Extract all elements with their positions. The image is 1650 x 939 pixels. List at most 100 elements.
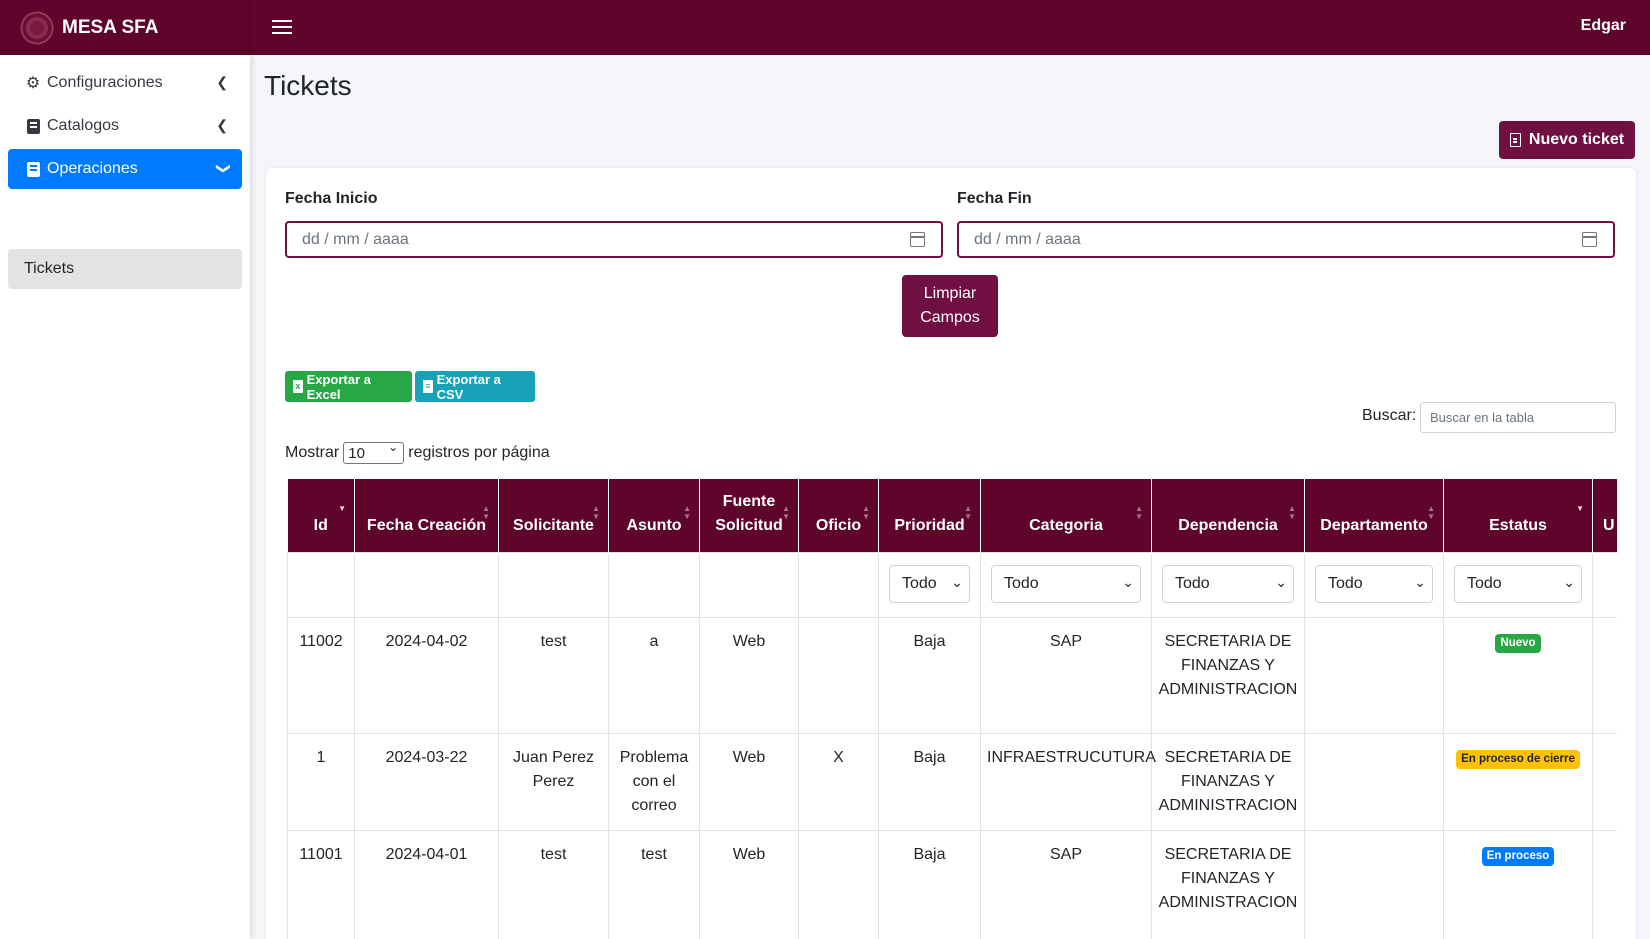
start-date-input[interactable]: dd / mm / aaaa — [285, 221, 943, 258]
menu-toggle-icon[interactable] — [272, 16, 292, 38]
cell-asunto: test — [608, 829, 700, 939]
column-header-oficio[interactable]: Oficio ▲ ▼ — [798, 479, 879, 552]
column-header-label: Asunto — [626, 516, 682, 534]
sort-icon: ▲ ▼ — [592, 504, 600, 521]
end-date-input[interactable]: dd / mm / aaaa — [957, 221, 1615, 258]
user-menu[interactable]: Edgar — [1581, 17, 1626, 35]
prioridad-filter-select[interactable]: Todo — [889, 564, 970, 603]
file-icon — [1509, 133, 1521, 147]
sidebar-subitem-tickets[interactable]: Tickets — [8, 249, 242, 289]
cell-departamento — [1304, 732, 1444, 831]
column-header-label: Fuente Solicitud — [715, 492, 783, 534]
export-excel-button[interactable]: x Exportar a Excel — [285, 371, 412, 402]
filter-value: Todo — [1467, 574, 1502, 592]
cell-fuente: Web — [699, 616, 799, 734]
column-header-label: Estatus — [1489, 516, 1547, 534]
column-header-label: U — [1603, 516, 1615, 534]
cell-departamento — [1304, 829, 1444, 939]
filter-value: Todo — [1004, 574, 1039, 592]
cell-prioridad: Baja — [878, 616, 981, 734]
table-row[interactable]: 11002 2024-04-02 test a Web Baja SAP SEC… — [287, 616, 1617, 734]
categoria-filter-select[interactable]: Todo — [991, 564, 1141, 603]
filter-row: Todo Todo Todo Todo Todo — [287, 551, 1617, 618]
top-navbar: MESA SFA Edgar — [0, 0, 1650, 55]
page-length-select[interactable]: 10 — [343, 440, 405, 464]
column-header-solicitante[interactable]: Solicitante ▲ ▼ — [498, 479, 609, 552]
column-header-dependencia[interactable]: Dependencia ▲ ▼ — [1151, 479, 1305, 552]
sidebar-item-label: Configuraciones — [47, 74, 163, 91]
sort-icon: ▼ — [338, 504, 346, 513]
book-icon — [25, 161, 41, 177]
column-header-fecha[interactable]: Fecha Creación ▲ ▼ — [354, 479, 499, 552]
cell-categoria: SAP — [980, 829, 1152, 939]
cell-fecha: 2024-04-02 — [354, 616, 499, 734]
cell-u — [1592, 732, 1617, 831]
column-header-id[interactable]: Id ▼ — [287, 479, 355, 552]
start-date-label: Fecha Inicio — [285, 190, 378, 207]
cell-oficio — [798, 829, 879, 939]
chevron-left-icon: ❮ — [216, 74, 228, 90]
sidebar-item-label: Operaciones — [47, 160, 138, 177]
column-header-fuente[interactable]: Fuente Solicitud ▲ ▼ — [699, 479, 799, 552]
header-row: Id ▼ Fecha Creación ▲ ▼ Solicitante ▲ ▼ Asunt… — [287, 479, 1617, 552]
cell-solicitante: Juan Perez Perez — [498, 732, 609, 831]
departamento-filter-select[interactable]: Todo — [1315, 564, 1433, 603]
column-header-asunto[interactable]: Asunto ▲ ▼ — [608, 479, 700, 552]
column-header-label: Dependencia — [1178, 516, 1278, 534]
column-header-departamento[interactable]: Departamento ▲ ▼ — [1304, 479, 1444, 552]
search-placeholder: Buscar en la tabla — [1430, 410, 1535, 425]
column-header-categoria[interactable]: Categoria ▲ ▼ — [980, 479, 1152, 552]
column-header-estatus[interactable]: Estatus ▼ — [1443, 479, 1593, 552]
export-csv-button[interactable]: ≡ Exportar a CSV — [415, 371, 535, 402]
cell-prioridad: Baja — [878, 732, 981, 831]
estatus-filter-select[interactable]: Todo — [1454, 564, 1582, 603]
sidebar-item-label: Catalogos — [47, 117, 120, 134]
page-length-control: Mostrar 10 registros por página — [285, 440, 550, 465]
sort-icon: ▲ ▼ — [1288, 504, 1296, 521]
status-badge: Nuevo — [1495, 633, 1541, 653]
column-header-label: Oficio — [815, 516, 862, 534]
calendar-icon[interactable] — [910, 232, 925, 247]
column-header-prioridad[interactable]: Prioridad ▲ ▼ — [878, 479, 981, 552]
cell-asunto: Problema con el correo — [608, 732, 700, 831]
excel-file-icon: x — [293, 380, 303, 393]
book-icon — [25, 118, 41, 134]
export-csv-label: Exportar a CSV — [436, 371, 501, 402]
show-label: Mostrar — [285, 444, 340, 461]
sidebar-item-catalogos[interactable]: Catalogos ❮ — [8, 106, 242, 146]
csv-file-icon: ≡ — [423, 380, 433, 393]
sort-icon: ▼ — [1576, 504, 1584, 513]
new-ticket-button[interactable]: Nuevo ticket — [1499, 121, 1635, 159]
search-input[interactable]: Buscar en la tabla — [1420, 402, 1616, 433]
search-label: Buscar: — [1362, 407, 1417, 424]
filter-value: Todo — [902, 574, 937, 592]
clear-fields-button[interactable]: Limpiar Campos — [902, 275, 998, 337]
brand[interactable]: MESA SFA — [0, 0, 250, 55]
column-header-label: Departamento — [1320, 516, 1428, 534]
tickets-table-wrapper[interactable]: Id ▼ Fecha Creación ▲ ▼ Solicitante ▲ ▼ Asunt… — [287, 479, 1617, 939]
sidebar-subitem-label: Tickets — [24, 260, 75, 277]
export-excel-label: Exportar a Excel — [306, 371, 371, 402]
cell-id: 11001 — [287, 829, 355, 939]
dependencia-filter-select[interactable]: Todo — [1162, 564, 1294, 603]
per-page-label: registros por página — [408, 444, 550, 461]
chevron-left-icon: ❮ — [216, 117, 228, 133]
cell-id: 11002 — [287, 616, 355, 734]
cell-estatus: En proceso de cierre — [1443, 732, 1593, 831]
filter-value: Todo — [1175, 574, 1210, 592]
table-row[interactable]: 1 2024-03-22 Juan Perez Perez Problema c… — [287, 732, 1617, 831]
column-header-label: Solicitante — [513, 516, 594, 534]
sort-icon: ▲ ▼ — [862, 504, 870, 521]
column-header-u[interactable]: U — [1592, 479, 1617, 552]
sidebar-item-configuraciones[interactable]: ⚙ Configuraciones ❮ — [8, 63, 242, 103]
sidebar: ⚙ Configuraciones ❮ Catalogos ❮ Operacio… — [0, 55, 250, 939]
cell-u — [1592, 616, 1617, 734]
table-row[interactable]: 11001 2024-04-01 test test Web Baja SAP … — [287, 829, 1617, 939]
column-header-label: Fecha Creación — [366, 516, 487, 534]
sidebar-item-operaciones[interactable]: Operaciones ❮ — [8, 149, 242, 189]
calendar-icon[interactable] — [1582, 232, 1597, 247]
column-header-label: Categoria — [1029, 516, 1103, 534]
cell-solicitante: test — [498, 829, 609, 939]
brand-name: MESA SFA — [62, 16, 159, 38]
cell-u — [1592, 829, 1617, 939]
